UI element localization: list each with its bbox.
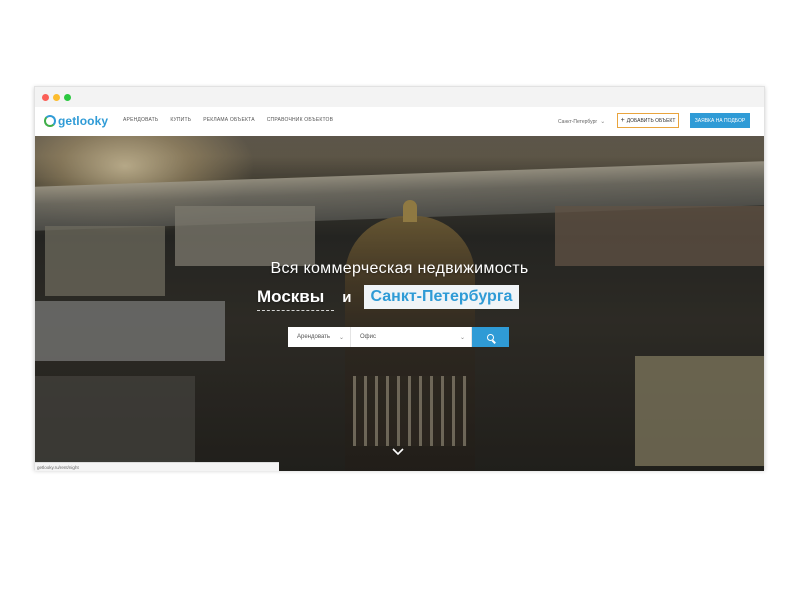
add-object-button[interactable]: + Добавить объект (617, 113, 679, 128)
nav-link-buy[interactable]: Купить (170, 117, 191, 123)
plus-icon: + (620, 117, 625, 124)
hero-city-spb[interactable]: Санкт-Петербурга (363, 285, 520, 309)
hero-section: Вся коммерческая недвижимость Москвы и С… (35, 136, 764, 471)
nav-link-directory[interactable]: Справочник объектов (267, 117, 333, 123)
hero-subtitle: Вся коммерческая недвижимость (270, 260, 529, 277)
city-select[interactable]: Санкт-Петербург ⌄ (558, 118, 606, 126)
close-window-button[interactable] (42, 94, 49, 101)
nav-link-advertise[interactable]: Реклама объекта (203, 117, 255, 123)
hero-city-underline (257, 310, 334, 311)
search-icon (487, 333, 494, 341)
deal-type-select[interactable]: Арендовать ⌄ (288, 327, 351, 347)
maximize-window-button[interactable] (64, 94, 71, 101)
city-select-label: Санкт-Петербург (558, 118, 598, 125)
minimize-window-button[interactable] (53, 94, 60, 101)
chevron-down-icon: ⌄ (459, 334, 465, 341)
logo-g-icon (44, 115, 56, 127)
scroll-down-chevron-icon[interactable] (391, 445, 405, 459)
chevron-down-icon: ⌄ (600, 119, 606, 125)
object-type-value: Офис (360, 334, 376, 340)
search-bar: Арендовать ⌄ Офис ⌄ (288, 327, 509, 347)
object-type-select[interactable]: Офис ⌄ (351, 327, 472, 347)
browser-status-url: getlooky.ru/rent/night (35, 462, 279, 471)
deal-type-value: Арендовать (297, 334, 331, 340)
hero-conjunction: и (342, 288, 352, 306)
browser-window: getlooky Арендовать Купить Реклама объек… (34, 86, 765, 471)
logo-text: getlooky (58, 114, 109, 128)
main-nav: Арендовать Купить Реклама объекта Справо… (123, 117, 333, 123)
logo[interactable]: getlooky (44, 113, 108, 129)
hero-city-moscow[interactable]: Москвы (257, 287, 324, 307)
request-selection-button[interactable]: Заявка на подбор (690, 113, 750, 128)
hero-headline: Москвы и Санкт-Петербурга (257, 285, 520, 311)
chevron-down-icon: ⌄ (338, 334, 344, 341)
browser-titlebar (35, 87, 764, 108)
add-object-label: Добавить объект (626, 117, 676, 124)
search-button[interactable] (472, 327, 509, 347)
nav-link-rent[interactable]: Арендовать (123, 117, 158, 123)
site-header: getlooky Арендовать Купить Реклама объек… (35, 107, 764, 136)
